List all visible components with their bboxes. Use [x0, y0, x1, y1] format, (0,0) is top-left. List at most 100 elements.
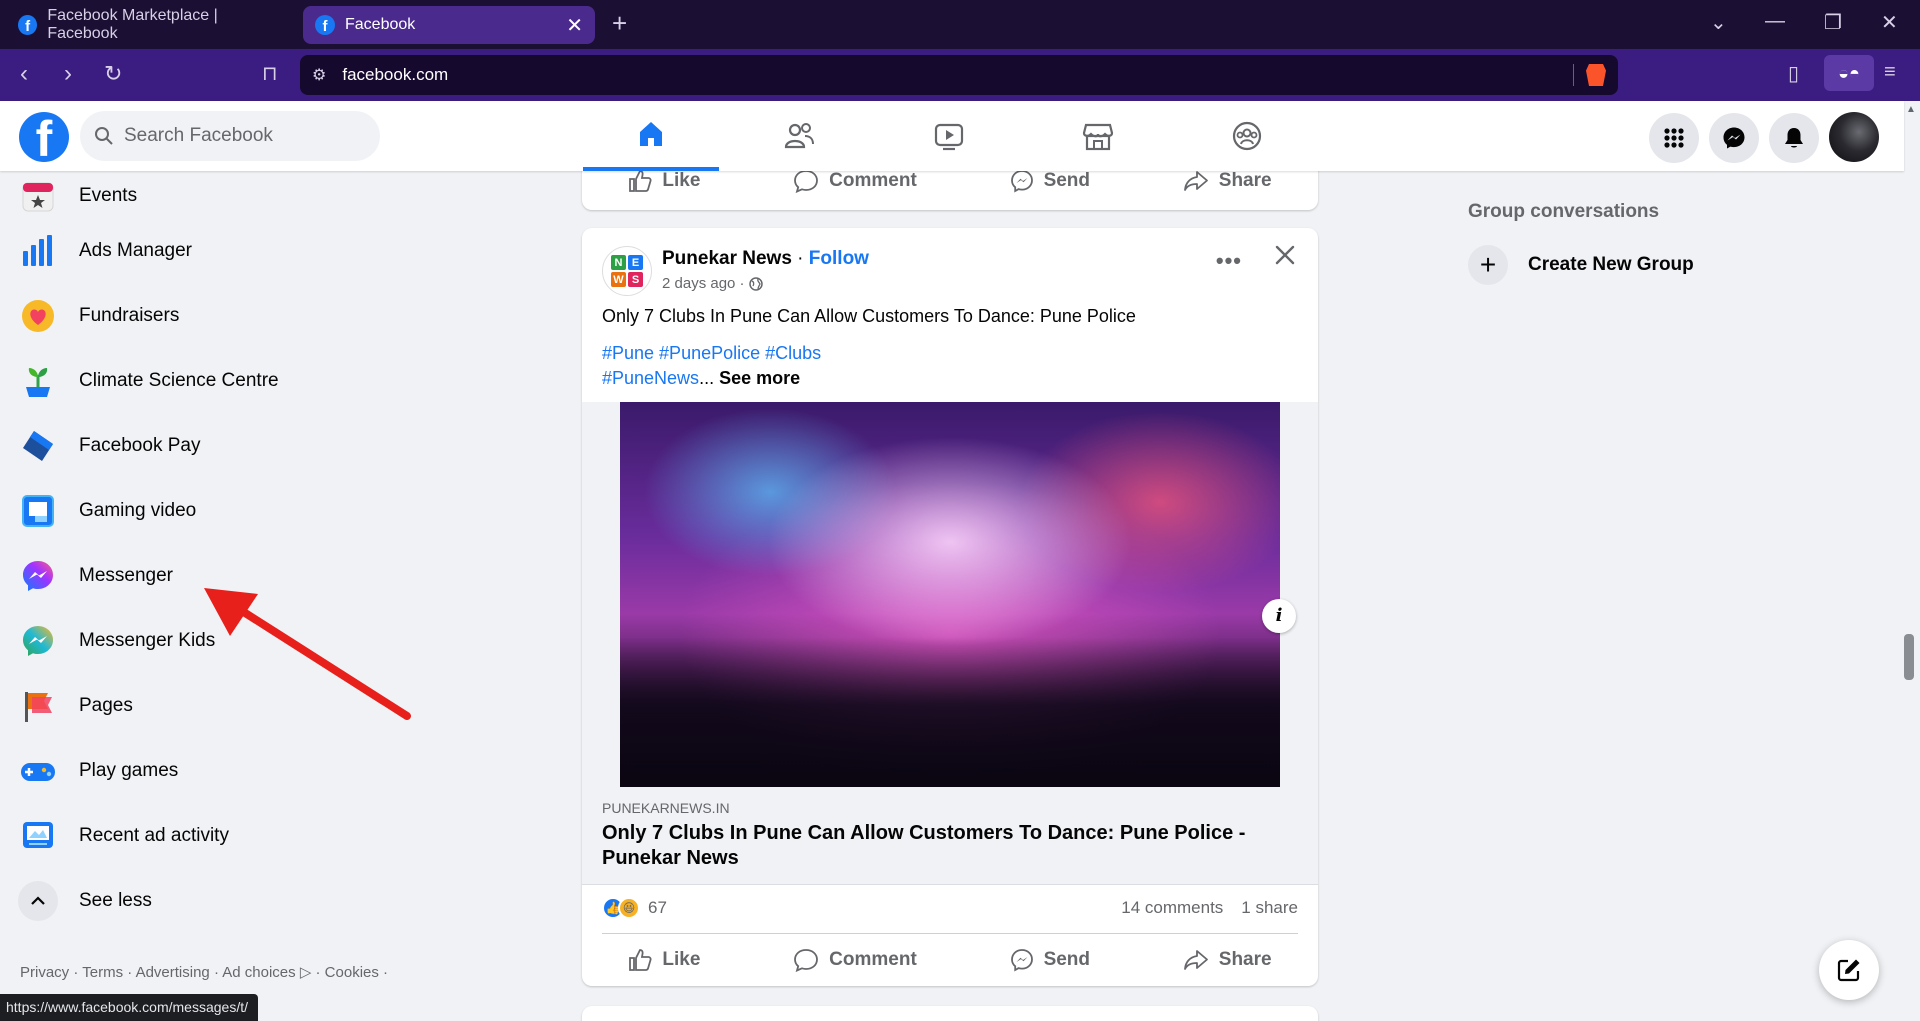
- post-author[interactable]: Punekar News: [662, 248, 792, 269]
- crowd-silhouette: [620, 637, 1280, 787]
- new-message-button[interactable]: [1819, 940, 1879, 1000]
- comments-count[interactable]: 14 comments: [1121, 898, 1223, 917]
- hashtag-punenews[interactable]: #PuneNews: [602, 368, 699, 388]
- tab-list-chevron-icon[interactable]: ⌄: [1710, 10, 1727, 35]
- tab-marketplace[interactable]: [1030, 101, 1166, 171]
- sidebar-item-gaming-video[interactable]: Gaming video: [18, 483, 398, 539]
- like-button[interactable]: Like: [628, 948, 700, 972]
- see-less-label: See less: [79, 890, 152, 911]
- sidebar-item-ads-manager[interactable]: Ads Manager: [18, 223, 398, 279]
- sidebar-item-label: Recent ad activity: [79, 825, 229, 846]
- shares-count[interactable]: 1 share: [1241, 898, 1298, 917]
- reader-glasses-icon[interactable]: ◒◓: [1824, 55, 1874, 91]
- sidebar-item-play-games[interactable]: Play games: [18, 743, 398, 799]
- messenger-icon: [1723, 127, 1745, 149]
- follow-link[interactable]: Follow: [809, 248, 869, 269]
- facebook-header: f: [0, 101, 1904, 171]
- send-button[interactable]: Send: [1010, 169, 1090, 193]
- groups-icon: [1232, 121, 1262, 151]
- footer-links[interactable]: Privacy · Terms · Advertising · Ad choic…: [20, 963, 420, 983]
- next-post-card: [582, 1006, 1318, 1021]
- menu-button[interactable]: [1649, 113, 1699, 163]
- sidebar-item-label: Messenger: [79, 565, 173, 586]
- tab-marketplace[interactable]: f Facebook Marketplace | Facebook: [6, 6, 296, 44]
- scroll-up-arrow-icon[interactable]: ▲: [1906, 104, 1916, 115]
- minimize-icon[interactable]: —: [1765, 10, 1785, 33]
- restore-icon[interactable]: ❐: [1824, 10, 1842, 35]
- create-new-group-button[interactable]: + Create New Group: [1468, 245, 1694, 285]
- menu-icon[interactable]: ≡: [1884, 61, 1896, 84]
- play-games-icon: [18, 751, 58, 791]
- sidebar-item-label: Climate Science Centre: [79, 370, 279, 391]
- messenger-icon: [18, 556, 58, 596]
- post-meta: 2 days ago ·: [662, 275, 763, 292]
- tab-facebook[interactable]: f Facebook ✕: [303, 6, 595, 44]
- more-options-icon[interactable]: •••: [1216, 248, 1242, 274]
- recent-ad-activity-icon: [18, 816, 58, 856]
- forward-icon[interactable]: ›: [64, 61, 72, 87]
- facebook-logo-icon[interactable]: f: [19, 112, 69, 162]
- tab-friends[interactable]: [731, 101, 867, 171]
- send-button[interactable]: Send: [1010, 948, 1090, 972]
- link-domain: PUNEKARNEWS.IN: [602, 800, 730, 816]
- punekar-news-avatar[interactable]: N E W S: [602, 246, 652, 296]
- tab-title: Facebook Marketplace | Facebook: [47, 7, 218, 42]
- url-field[interactable]: ⚙ facebook.com: [300, 55, 1618, 95]
- home-icon: [640, 122, 662, 146]
- comment-button[interactable]: Comment: [793, 948, 917, 972]
- info-icon[interactable]: i: [1262, 599, 1296, 633]
- profile-avatar[interactable]: [1829, 112, 1879, 162]
- bookmark-icon[interactable]: ⊓: [262, 61, 278, 87]
- notifications-button[interactable]: [1769, 113, 1819, 163]
- tab-groups[interactable]: [1179, 101, 1315, 171]
- see-less-button[interactable]: See less: [18, 873, 398, 929]
- comment-button[interactable]: Comment: [793, 169, 917, 193]
- tab-watch[interactable]: [881, 101, 1017, 171]
- plus-icon: +: [1468, 245, 1508, 285]
- sidebar-item-label: Gaming video: [79, 500, 197, 521]
- chevron-up-icon: [18, 881, 58, 921]
- url-divider: [1573, 64, 1574, 86]
- sidebar-item-recent-ad-activity[interactable]: Recent ad activity: [18, 808, 398, 864]
- browser-tab-bar: f Facebook Marketplace | Facebook f Face…: [0, 0, 1920, 49]
- share-button[interactable]: Share: [1183, 948, 1272, 972]
- search-box[interactable]: [80, 111, 380, 161]
- sidebar-item-label: Events: [79, 185, 138, 206]
- haha-reaction-icon: 😆: [618, 897, 640, 919]
- messenger-button[interactable]: [1709, 113, 1759, 163]
- hashtags-line-1[interactable]: #Pune #PunePolice #Clubs: [602, 341, 821, 366]
- apps-grid-icon: [1664, 128, 1684, 148]
- post-image[interactable]: [582, 402, 1318, 787]
- new-tab-icon[interactable]: +: [612, 10, 627, 36]
- tab-home[interactable]: [583, 101, 719, 171]
- share-icon: [1183, 171, 1208, 191]
- sidebar-item-events[interactable]: Events: [18, 168, 398, 224]
- sidebar-item-label: Play games: [79, 760, 179, 781]
- share-button[interactable]: Share: [1183, 169, 1272, 193]
- sidebar-item-facebook-pay[interactable]: Facebook Pay: [18, 418, 398, 474]
- friends-icon: [784, 123, 814, 149]
- engagement-counts: 14 comments 1 share: [1103, 898, 1298, 918]
- search-input[interactable]: [124, 125, 364, 147]
- search-icon: [95, 127, 113, 145]
- post-author-line: Punekar News · Follow: [662, 248, 869, 270]
- post-timestamp[interactable]: 2 days ago ·: [662, 275, 745, 292]
- reload-icon[interactable]: ↻: [104, 61, 122, 87]
- tab-close-icon[interactable]: ✕: [566, 13, 583, 38]
- close-window-icon[interactable]: ✕: [1881, 10, 1898, 35]
- see-more-link[interactable]: See more: [719, 368, 800, 388]
- sidebar-toggle-icon[interactable]: ▯: [1788, 61, 1799, 86]
- sidebar-item-label: Pages: [79, 695, 133, 716]
- hide-post-close-icon[interactable]: [1274, 244, 1296, 266]
- brave-shields-icon[interactable]: [1586, 64, 1606, 86]
- marketplace-icon: [1082, 123, 1114, 151]
- sidebar-item-fundraisers[interactable]: Fundraisers: [18, 288, 398, 344]
- like-button[interactable]: Like: [628, 169, 700, 193]
- reactions-summary[interactable]: 👍 😆 67: [602, 897, 667, 919]
- page-scrollbar-thumb[interactable]: [1904, 634, 1914, 680]
- site-settings-icon[interactable]: ⚙: [312, 65, 326, 85]
- sidebar-item-climate-science-centre[interactable]: Climate Science Centre: [18, 353, 398, 409]
- link-preview[interactable]: PUNEKARNEWS.IN Only 7 Clubs In Pune Can …: [582, 787, 1318, 885]
- back-icon[interactable]: ‹: [20, 61, 28, 87]
- facebook-pay-icon: [18, 426, 58, 466]
